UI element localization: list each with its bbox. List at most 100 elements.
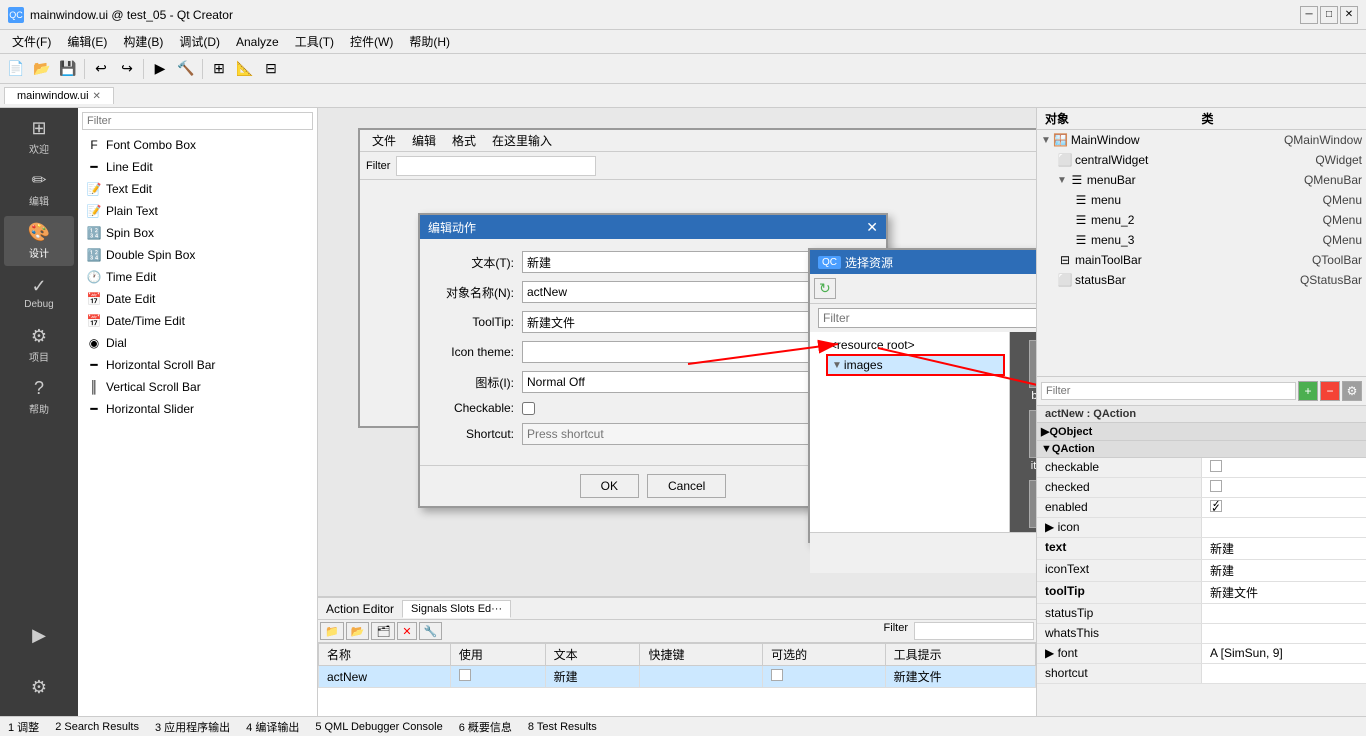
tree-item-menu2[interactable]: ☰ menu_2 QMenu [1069, 210, 1366, 230]
prop-value-tooltip[interactable]: 新建文件 [1202, 582, 1366, 603]
undo-tool-btn[interactable]: ↩ [89, 57, 113, 81]
prop-settings-btn[interactable]: ⚙ [1342, 381, 1362, 401]
table-row[interactable]: actNew 新建 新建文件 [319, 666, 1036, 688]
edit-ok-btn[interactable]: OK [580, 474, 639, 498]
tab-mainwindow[interactable]: mainwindow.ui ✕ [4, 87, 114, 104]
form-menu-edit[interactable]: 编辑 [404, 130, 444, 151]
checkable-input[interactable] [522, 402, 535, 415]
edit-dialog-close[interactable]: ✕ [866, 219, 878, 236]
resource-root-item[interactable]: ▼ <resource root> [814, 336, 1005, 354]
widget-item-datetimeedit[interactable]: 📅 Date/Time Edit [78, 310, 317, 332]
resource-refresh-btn[interactable]: ↻ [814, 278, 836, 299]
prop-value-text[interactable]: 新建 [1202, 538, 1366, 559]
prop-value-icontext[interactable]: 新建 [1202, 560, 1366, 581]
debug-tool-btn[interactable]: ▶ [148, 57, 172, 81]
widget-item-hscrollbar[interactable]: ━ Horizontal Scroll Bar [78, 354, 317, 376]
resource-images-item[interactable]: ▼ images [826, 354, 1005, 376]
menu-help[interactable]: 帮助(H) [401, 31, 458, 52]
prop-section-qaction[interactable]: ▼ QAction [1037, 441, 1366, 458]
widget-item-vscrollbar[interactable]: ║ Vertical Scroll Bar [78, 376, 317, 398]
action-open-btn[interactable]: 📂 [346, 622, 370, 640]
menu-analyze[interactable]: Analyze [228, 33, 287, 51]
form-menu-format[interactable]: 格式 [444, 130, 484, 151]
open-tool-btn[interactable]: 📂 [30, 57, 54, 81]
tree-item-centralwidget[interactable]: ⬜ centralWidget QWidget [1053, 150, 1366, 170]
prop-remove-btn[interactable]: − [1320, 381, 1340, 401]
build-tool-btn[interactable]: 🔨 [174, 57, 198, 81]
widget-item-hslider[interactable]: ━ Horizontal Slider [78, 398, 317, 420]
sidebar-item-help[interactable]: ? 帮助 [4, 372, 74, 422]
resource-filter-input[interactable] [818, 308, 1036, 328]
menu-build[interactable]: 构建(B) [115, 31, 171, 52]
prop-add-btn[interactable]: + [1298, 381, 1318, 401]
snap-tool-btn[interactable]: 📐 [233, 57, 257, 81]
prop-value-checkable[interactable] [1202, 458, 1366, 477]
form-menu-input[interactable]: 在这里输入 [484, 130, 560, 151]
edit-cancel-btn[interactable]: Cancel [647, 474, 726, 498]
action-new-btn[interactable]: 📁 [320, 622, 344, 640]
tree-item-statusbar[interactable]: ⬜ statusBar QStatusBar [1053, 270, 1366, 290]
checkable-prop-checkbox[interactable] [1210, 460, 1222, 472]
tree-item-menu[interactable]: ☰ menu QMenu [1069, 190, 1366, 210]
prop-value-enabled[interactable]: ✓ [1202, 498, 1366, 517]
resource-file-underline[interactable]: U underlin [1018, 480, 1036, 532]
widget-item-dial[interactable]: ◉ Dial [78, 332, 317, 354]
new-file-tool-btn[interactable]: 📄 [4, 57, 28, 81]
menu-widgets[interactable]: 控件(W) [342, 31, 401, 52]
tab-signals-slots[interactable]: Signals Slots Ed··· [402, 600, 511, 618]
widget-item-doublespinbox[interactable]: 🔢 Double Spin Box [78, 244, 317, 266]
widget-item-fontcombo[interactable]: F Font Combo Box [78, 134, 317, 156]
widget-item-plaintextedit[interactable]: 📝 Plain Text [78, 200, 317, 222]
icon-expand[interactable]: ▶ [1045, 520, 1054, 534]
sidebar-item-edit[interactable]: ✏ 编辑 [4, 164, 74, 214]
save-tool-btn[interactable]: 💾 [56, 57, 80, 81]
sidebar-item-welcome[interactable]: ⊞ 欢迎 [4, 112, 74, 162]
form-filter-input[interactable] [396, 156, 596, 176]
action-folder-btn[interactable]: 🗂 [371, 622, 395, 640]
resource-file-bold[interactable]: B bold.png [1018, 340, 1036, 402]
close-button[interactable]: ✕ [1340, 6, 1358, 24]
widget-item-lineedit[interactable]: ━ Line Edit [78, 156, 317, 178]
menu-file[interactable]: 文件(F) [4, 31, 59, 52]
sidebar-item-design[interactable]: 🎨 设计 [4, 216, 74, 266]
sidebar-item-settings[interactable]: ⚙ [4, 662, 74, 712]
font-expand[interactable]: ▶ [1045, 646, 1054, 660]
form-menu-file[interactable]: 文件 [364, 130, 404, 151]
tooltip-input[interactable] [522, 311, 846, 333]
sidebar-item-debug[interactable]: ✓ Debug [4, 268, 74, 318]
checked-prop-checkbox[interactable] [1210, 480, 1222, 492]
tab-close-icon[interactable]: ✕ [93, 91, 101, 102]
checkable-checkbox[interactable] [771, 669, 783, 681]
tree-item-toolbar[interactable]: ⊟ mainToolBar QToolBar [1053, 250, 1366, 270]
icon-theme-input[interactable] [522, 341, 852, 363]
prop-value-statustip[interactable] [1202, 604, 1366, 623]
widget-item-spinbox[interactable]: 🔢 Spin Box [78, 222, 317, 244]
prop-value-whatsthis[interactable] [1202, 624, 1366, 643]
widget-item-timeedit[interactable]: 🕐 Time Edit [78, 266, 317, 288]
used-checkbox[interactable] [459, 669, 471, 681]
widget-filter-input[interactable] [82, 112, 313, 130]
prop-section-qobject[interactable]: ▶ QObject [1037, 423, 1366, 441]
action-delete-btn[interactable]: ✕ [397, 622, 416, 640]
action-filter-input[interactable] [914, 622, 1034, 640]
sidebar-item-project[interactable]: ⚙ 项目 [4, 320, 74, 370]
tree-item-menu3[interactable]: ☰ menu_3 QMenu [1069, 230, 1366, 250]
maximize-button[interactable]: □ [1320, 6, 1338, 24]
menu-tools[interactable]: 工具(T) [287, 31, 342, 52]
widget-item-textedit[interactable]: 📝 Text Edit [78, 178, 317, 200]
prop-filter-input[interactable] [1041, 382, 1296, 400]
icon-combo[interactable]: Normal Off ▼ [522, 371, 839, 393]
shortcut-input[interactable] [522, 423, 852, 445]
enabled-prop-checkbox[interactable]: ✓ [1210, 500, 1222, 512]
widget-item-dateedit[interactable]: 📅 Date Edit [78, 288, 317, 310]
prop-value-font[interactable]: A [SimSun, 9] [1202, 644, 1366, 663]
menu-debug[interactable]: 调试(D) [171, 31, 228, 52]
action-settings-btn[interactable]: 🔧 [419, 622, 443, 640]
prop-value-shortcut[interactable] [1202, 664, 1366, 683]
minimize-button[interactable]: ─ [1300, 6, 1318, 24]
tree-item-mainwindow[interactable]: ▼ 🪟 MainWindow QMainWindow [1037, 130, 1366, 150]
grid-tool-btn[interactable]: ⊞ [207, 57, 231, 81]
resource-file-italic[interactable]: I italic.png [1018, 410, 1036, 472]
layout-tool-btn[interactable]: ⊟ [259, 57, 283, 81]
redo-tool-btn[interactable]: ↪ [115, 57, 139, 81]
